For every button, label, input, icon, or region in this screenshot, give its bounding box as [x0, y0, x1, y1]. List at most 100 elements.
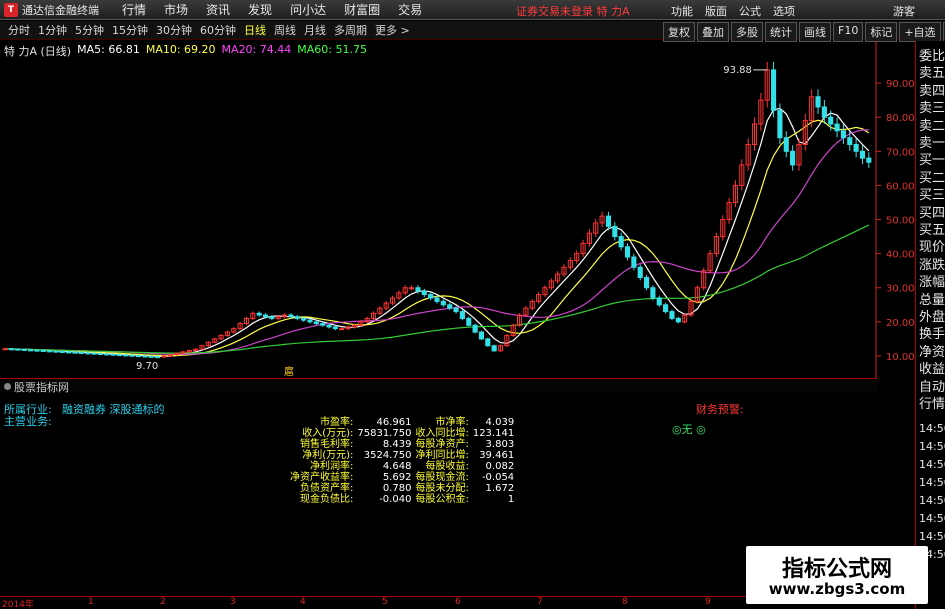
candle-body — [828, 116, 834, 125]
financial-value: 4.039 — [485, 417, 515, 428]
candle-body — [866, 157, 872, 163]
tick-time: 14:50 — [919, 476, 945, 489]
menu-item-caifuquan[interactable]: 财富圈 — [335, 1, 389, 18]
tick-time: 14:50 — [919, 422, 945, 435]
main-menu: 行情 市场 资讯 发现 问小达 财富圈 交易 — [113, 1, 431, 18]
candle-body — [650, 287, 656, 299]
candle-body — [771, 69, 777, 111]
candle-body — [85, 352, 91, 355]
moving-average-lines — [5, 107, 870, 358]
f10-button[interactable]: F10 — [833, 22, 864, 42]
financial-warning-value: ◎无 ◎ — [672, 423, 706, 436]
candle-body — [320, 323, 326, 326]
tab-60min[interactable]: 60分钟 — [196, 22, 240, 38]
app-logo-icon: T — [4, 2, 18, 17]
tab-15min[interactable]: 15分钟 — [108, 22, 152, 38]
candle-body — [262, 314, 269, 318]
tab-30min[interactable]: 30分钟 — [152, 22, 196, 38]
ma20-label: MA20: 74.44 — [221, 43, 292, 56]
tab-multi-period[interactable]: 多周期 — [330, 22, 371, 38]
quote-side-panel: 委比 卖五 卖四 卖三 卖二 卖一 买一 买二 买三 买四 买五 现价 涨跌 涨幅 总量 外盘 换手 净资 收益 自动… — [915, 41, 945, 609]
candle-body — [288, 314, 294, 318]
indicator-dot-icon — [4, 383, 11, 390]
quote-field-label: 卖五 — [919, 66, 945, 82]
menu-item-shichang[interactable]: 市场 — [155, 1, 197, 18]
financial-label: 市盈率: — [320, 417, 354, 428]
quote-field-label: 买二 — [919, 170, 945, 186]
price-axis: 10.00 20.00 30.00 40.00 50.00 60.00 70.00 80.00… — [876, 79, 915, 363]
financial-table: 市盈率: 46.961 市净率: 4.039 收入(万元): 75831.750 收入同比增… — [288, 417, 516, 505]
tab-daily[interactable]: 日线 — [240, 22, 270, 38]
candle-body — [28, 349, 34, 352]
candle-body — [409, 287, 415, 290]
quote-field-label[interactable]: 行情 — [919, 393, 945, 412]
time-axis-label: 1 — [88, 597, 94, 607]
low-price-annotation: 9.70 — [136, 361, 158, 372]
candle-body — [155, 356, 161, 359]
mark-button[interactable]: 标记 — [865, 22, 898, 42]
financial-row: 现金负债比: -0.040 每股公积金: 1 — [288, 494, 516, 505]
login-status[interactable]: 证券交易未登录 特 力A — [516, 3, 630, 19]
overlay-button[interactable]: 叠加 — [697, 22, 729, 42]
menu-item-gongshi[interactable]: 公式 — [733, 3, 767, 19]
menu-item-xuanxiang[interactable]: 选项 — [767, 3, 801, 19]
quote-field-label: 卖四 — [919, 83, 945, 99]
candle-body — [104, 353, 110, 356]
candle-body — [618, 236, 624, 248]
quote-field-label: 涨跌 — [919, 257, 945, 273]
candle-body — [116, 354, 123, 357]
price-tick-label: 10.00 — [886, 352, 915, 363]
financial-label: 每股公积金: — [415, 494, 469, 505]
candle-body — [148, 355, 154, 358]
indicator-bar[interactable]: 股票指标网 — [0, 378, 877, 394]
tab-5min[interactable]: 5分钟 — [71, 22, 108, 38]
menu-item-jiaoyi[interactable]: 交易 — [389, 1, 431, 18]
candle-body — [453, 307, 459, 313]
financial-label: 每股未分配: — [415, 483, 469, 494]
ma-legend: 特 力A (日线) MA5: 66.81 MA10: 69.20 MA20: 7… — [4, 43, 373, 59]
quote-field-label: 涨幅 — [919, 275, 945, 291]
financial-label: 收入同比增: — [415, 428, 469, 439]
candlestick-chart[interactable]: 10.00 20.00 30.00 40.00 50.00 60.00 70.00 80.00… — [0, 41, 915, 378]
candle-body — [669, 311, 675, 319]
financial-value: -0.040 — [379, 494, 412, 505]
financial-value: 0.082 — [485, 461, 515, 472]
financial-row: 净利(万元): 3524.750 净利同比增: 39.461 — [288, 450, 516, 461]
financial-row: 市盈率: 46.961 市净率: 4.039 — [288, 417, 516, 428]
tab-monthly[interactable]: 月线 — [300, 22, 330, 38]
menu-item-hangqing[interactable]: 行情 — [113, 1, 155, 18]
tab-1min[interactable]: 1分钟 — [34, 22, 71, 38]
candle-body — [447, 304, 453, 309]
candle-body — [21, 348, 27, 351]
candle-body — [129, 354, 135, 357]
period-toolbar: 分时 1分钟 5分钟 15分钟 30分钟 60分钟 日线 周线 月线 多周期 更… — [0, 21, 945, 42]
multi-stock-button[interactable]: 多股 — [731, 22, 763, 42]
candle-body — [415, 287, 421, 292]
add-watchlist-button[interactable]: +自选 — [899, 22, 941, 42]
menu-item-banmian[interactable]: 版面 — [699, 3, 733, 19]
tab-fenshi[interactable]: 分时 — [4, 22, 34, 38]
menu-item-zixun[interactable]: 资讯 — [197, 1, 239, 18]
high-price-annotation: 93.88 — [723, 65, 752, 76]
menu-item-gongneng[interactable]: 功能 — [665, 3, 699, 19]
ma5-label: MA5: 66.81 — [77, 43, 140, 56]
menu-item-faxian[interactable]: 发现 — [239, 1, 281, 18]
fuquan-button[interactable]: 复权 — [663, 22, 695, 42]
menu-item-wenxiaoda[interactable]: 问小达 — [281, 1, 335, 18]
candle-body — [313, 321, 319, 325]
period-tabs: 分时 1分钟 5分钟 15分钟 30分钟 60分钟 日线 周线 月线 多周期 更… — [4, 22, 414, 38]
time-axis-label: 2014年 — [2, 600, 34, 609]
price-tick-label: 30.00 — [886, 284, 915, 295]
statistics-button[interactable]: 统计 — [765, 22, 797, 42]
tab-weekly[interactable]: 周线 — [270, 22, 300, 38]
candle-body — [72, 351, 78, 354]
candle-body — [440, 300, 446, 306]
candle-body — [97, 353, 103, 356]
guest-label[interactable]: 游客 — [893, 3, 915, 19]
candle-body — [142, 355, 148, 358]
quote-field-label[interactable]: 自动 — [919, 376, 945, 395]
price-tick-label: 40.00 — [886, 250, 915, 261]
tab-more[interactable]: 更多 > — [371, 22, 414, 38]
draw-line-button[interactable]: 画线 — [799, 22, 831, 42]
financial-label: 销售毛利率: — [300, 439, 354, 450]
